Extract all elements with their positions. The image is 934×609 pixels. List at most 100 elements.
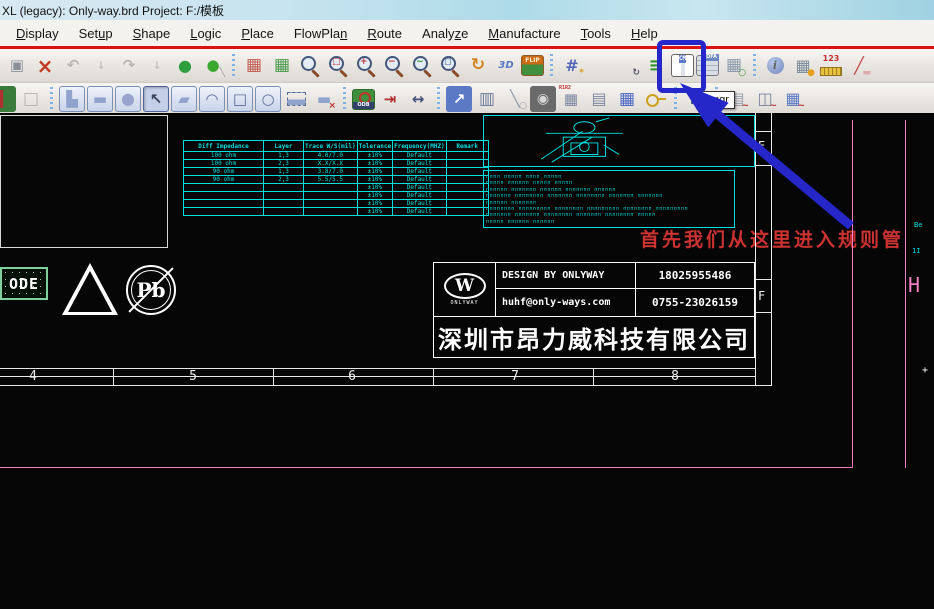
snapshot-camera-icon[interactable]: ◉ [530, 86, 556, 112]
reuse-settings-icon[interactable]: ▦R1R2 [558, 86, 584, 112]
menu-item-manufacture[interactable]: Manufacture [478, 23, 570, 44]
grid-toggle-icon[interactable]: #* [559, 53, 585, 79]
logo-letter: W [444, 273, 486, 299]
shape-rect-outline-icon[interactable]: □ [227, 86, 253, 112]
properties-icon[interactable]: ▦● [790, 53, 816, 79]
shape-rect-fill-icon[interactable]: ▬ [87, 86, 113, 112]
menu-item-shape[interactable]: Shape [123, 23, 181, 44]
measure-distance-icon[interactable]: ↔ [405, 86, 431, 112]
board-outline-line [0, 467, 853, 468]
email-text: huhf@only-ways.com [496, 289, 635, 315]
flip-design-icon[interactable]: FLIP [521, 55, 544, 76]
impedance-row: 100 ohm2,3X.X/X.X±10%Default [184, 160, 489, 168]
select-shape-icon[interactable]: ↖ [143, 86, 169, 112]
board-outline-line [905, 120, 906, 468]
zoom-points-icon[interactable] [297, 53, 323, 79]
copy-icon[interactable]: ▣ [4, 53, 30, 79]
redo-icon[interactable]: ↷ [116, 53, 142, 79]
brush-icon[interactable]: ╱▬ [846, 53, 872, 79]
toolbar-separator [232, 54, 235, 78]
model-book-icon[interactable]: ◫~ [752, 86, 778, 112]
toolbar-separator [50, 87, 53, 111]
measure-ruler-icon[interactable]: 123 [818, 53, 844, 79]
component-list-icon[interactable]: ▤ [586, 86, 612, 112]
drill-table-icon[interactable]: ▥ [474, 86, 500, 112]
design-by-text: DESIGN BY ONLYWAY [496, 263, 635, 289]
constraint-manager-icon[interactable]: CM [671, 54, 694, 77]
cross-mark: + [922, 365, 928, 376]
route-grid-icon[interactable]: ▦ [614, 86, 640, 112]
swap-artwork-icon[interactable]: ↻ [615, 53, 641, 79]
menu-item-place[interactable]: Place [231, 23, 284, 44]
odb-board-icon[interactable]: ODB [352, 89, 375, 110]
menu-item-analyze[interactable]: Analyze [412, 23, 478, 44]
board-outline-line [852, 120, 853, 468]
shape-poly-outline-icon[interactable]: ▰ [171, 86, 197, 112]
menu-item-tools[interactable]: Tools [571, 23, 621, 44]
dfa-check-icon[interactable]: DFA [696, 55, 719, 76]
ruler-number: 7 [511, 369, 519, 384]
zoom-in-icon[interactable]: + [353, 53, 379, 79]
info-icon[interactable]: i [762, 53, 788, 79]
pcb-editor-window: XL (legacy): Only-way.brd Project: F:/模板… [0, 0, 934, 609]
notes-text-block: пппп ппппп пппп пппппппппп пппппп ппппп … [483, 170, 735, 228]
undo-icon[interactable]: ↶ [60, 53, 86, 79]
company-name: 深圳市昂力威科技有限公司 [434, 317, 754, 358]
impedance-col-header: Tolerance [357, 141, 393, 152]
view-3d-icon[interactable]: 3D [493, 53, 519, 79]
license-key-icon[interactable] [642, 86, 668, 112]
shape-circle-fill-icon[interactable]: ● [115, 86, 141, 112]
world-grid-icon[interactable]: ▦○ [721, 53, 747, 79]
menu-bar: DisplaySetupShapeLogicPlaceFlowPlanRoute… [0, 20, 934, 46]
color-dialog-icon[interactable] [587, 53, 613, 79]
impedance-row: 100 ohm1,34.0/7.0±10%Default [184, 152, 489, 160]
tutorial-annotation-text: 首先我们从这里进入规则管 [640, 225, 904, 252]
zone-tick [755, 279, 771, 280]
impedance-row: ±10%Default [184, 200, 489, 208]
redraw-icon[interactable]: ↻ [465, 53, 491, 79]
signal-model-icon[interactable]: ▦~ [780, 86, 806, 112]
zoom-box-icon[interactable]: □ [325, 53, 351, 79]
title-block: W ONLYWAY DESIGN BY ONLYWAY huhf@only-wa… [433, 262, 755, 358]
menu-item-logic[interactable]: Logic [180, 23, 231, 44]
cmgr-tooltip: Cmgr [696, 91, 735, 109]
menu-item-help[interactable]: Help [621, 23, 668, 44]
window-titlebar: XL (legacy): Only-way.brd Project: F:/模板 [0, 0, 934, 20]
delete-shape-icon[interactable]: ▬× [311, 86, 337, 112]
menu-item-flowplan[interactable]: FlowPlan [284, 23, 357, 44]
toolbar-separator [753, 54, 756, 78]
tools-wrench-icon[interactable]: ╲○ [502, 86, 528, 112]
highlight-ball-icon[interactable]: ● [172, 53, 198, 79]
zone-letter-e: E [758, 139, 765, 153]
code-label-box: ODE [0, 267, 48, 300]
pcb-canvas[interactable]: Diff ImpedanceLayerTrace W/S(mil)Toleran… [0, 113, 934, 609]
toolbar-separator [674, 87, 677, 111]
open-board-icon[interactable]: ▦ [241, 53, 267, 79]
zone-tick [755, 312, 771, 313]
redo-options-icon[interactable]: ↓ [144, 53, 170, 79]
measure-to-edge-icon[interactable]: ⇥ [377, 86, 403, 112]
unused-shape-icon[interactable]: □ [18, 86, 44, 112]
shape-polygon-fill-icon[interactable]: ▙ [59, 86, 85, 112]
toolbar-row-2: ▌□▙▬●↖▰◠□○▬×ODB⇥↔↗▥╲○◉▦R1R2▤▦N•▤~◫~▦~ [0, 83, 934, 115]
menu-item-route[interactable]: Route [357, 23, 412, 44]
shape-circle-outline-icon[interactable]: ○ [255, 86, 281, 112]
undo-options-icon[interactable]: ↓ [88, 53, 114, 79]
menu-item-display[interactable]: Display [6, 23, 69, 44]
board-artwork-icon[interactable]: ▦ [269, 53, 295, 79]
impedance-col-header: Remark [446, 141, 488, 152]
fanout-icon[interactable]: ≡ [643, 53, 669, 79]
menu-item-setup[interactable]: Setup [69, 23, 123, 44]
zoom-world-icon[interactable]: ~ [409, 53, 435, 79]
edge-partial-icon[interactable]: ▌ [0, 86, 16, 112]
zoom-out-icon[interactable]: − [381, 53, 407, 79]
zoom-selection-icon[interactable]: ◻ [437, 53, 463, 79]
shape-arc-icon[interactable]: ◠ [199, 86, 225, 112]
component-drawing [483, 115, 755, 167]
pin-icon[interactable]: ●╲ [200, 53, 226, 79]
export-icon[interactable]: ↗ [446, 86, 472, 112]
toolbar-row-1: ▣×↶↓↷↓●●╲▦▦□+−~◻↻3DFLIP#*↻≡CMDFA▦○i▦●123… [0, 49, 934, 83]
impedance-table: Diff ImpedanceLayerTrace W/S(mil)Toleran… [183, 140, 489, 216]
delete-icon[interactable]: × [32, 53, 58, 79]
select-area-icon[interactable] [283, 86, 309, 112]
